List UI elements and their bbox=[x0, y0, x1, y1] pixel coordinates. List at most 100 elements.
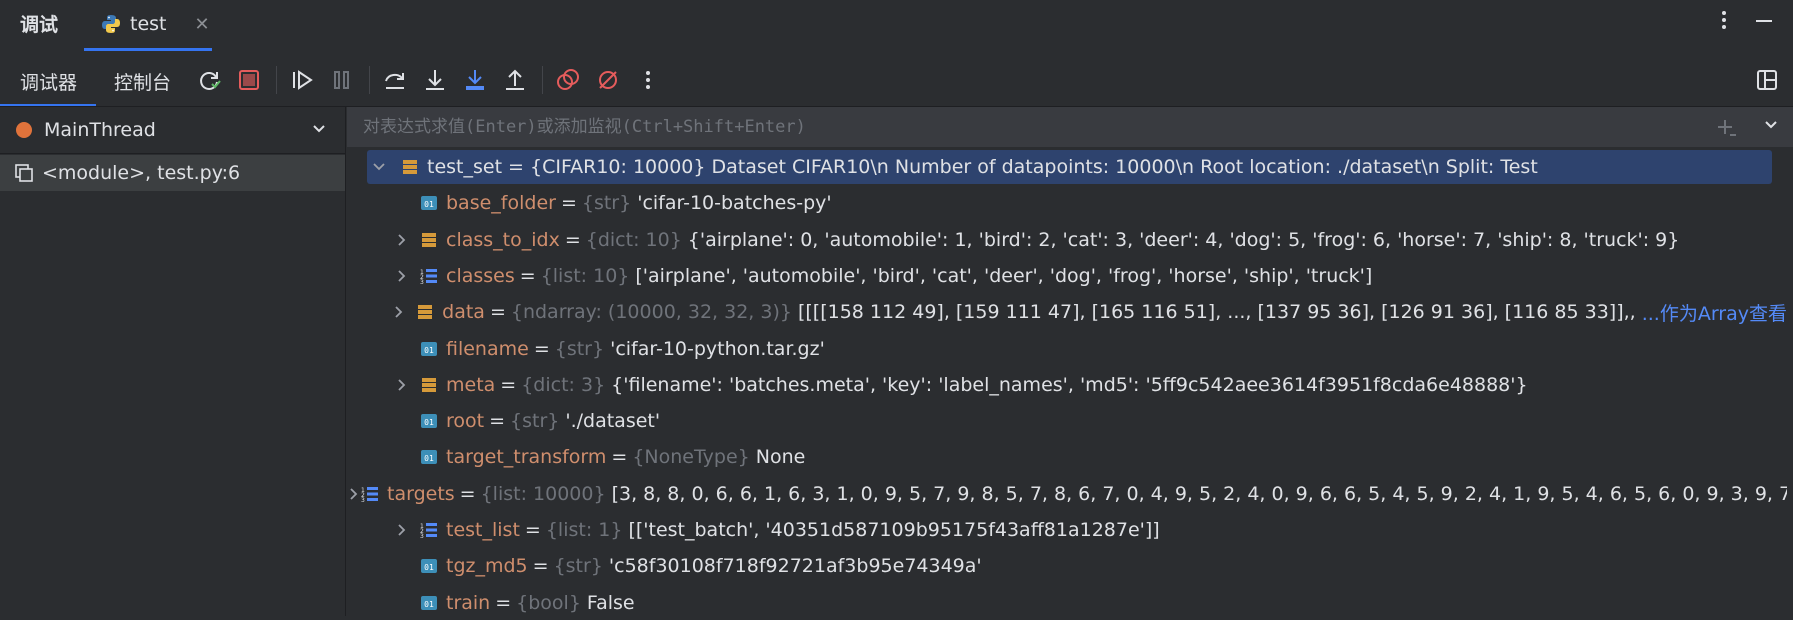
object-type-icon bbox=[420, 231, 438, 249]
svg-text:3: 3 bbox=[420, 533, 424, 539]
variable-value: [3, 8, 8, 0, 6, 6, 1, 6, 3, 1, 0, 9, 5, … bbox=[611, 482, 1787, 505]
debug-toolbar: 调试器 控制台 bbox=[0, 56, 1793, 107]
toolbar-separator bbox=[542, 66, 543, 94]
svg-text:01: 01 bbox=[424, 200, 434, 209]
chevron-down-icon bbox=[313, 125, 325, 133]
variable-name: targets bbox=[387, 482, 455, 505]
more-icon[interactable] bbox=[635, 67, 661, 93]
thread-selector[interactable]: MainThread bbox=[0, 107, 345, 154]
window-actions bbox=[1721, 10, 1773, 30]
step-over-icon[interactable] bbox=[382, 67, 408, 93]
tab-console[interactable]: 控制台 bbox=[114, 68, 171, 95]
variable-row[interactable]: 01 train = {bool} False bbox=[347, 586, 1787, 620]
variable-name: base_folder bbox=[446, 192, 556, 215]
variable-name: tgz_md5 bbox=[446, 555, 528, 578]
variable-row[interactable]: class_to_idx = {dict: 10} {'airplane': 0, '… bbox=[347, 223, 1787, 257]
primitive-type-icon: 01 bbox=[420, 448, 438, 466]
variable-row[interactable]: meta = {dict: 3} {'filename': 'batches.meta… bbox=[347, 368, 1787, 402]
view-link[interactable]: ...作为Array查看 bbox=[1642, 299, 1787, 326]
variable-type: {NoneType} bbox=[632, 446, 750, 469]
variable-value: './dataset' bbox=[565, 410, 661, 433]
variable-value: {'filename': 'batches.meta', 'key': 'lab… bbox=[611, 373, 1528, 396]
toolbar-separator bbox=[369, 66, 370, 94]
variable-row[interactable]: 01 target_transform = {NoneType} None bbox=[347, 440, 1787, 474]
variable-row[interactable]: data = {ndarray: (10000, 32, 32, 3)} [[[[15… bbox=[347, 295, 1787, 329]
primitive-type-icon: 01 bbox=[420, 557, 438, 575]
python-file-icon bbox=[102, 15, 120, 33]
equals-sign: = bbox=[524, 519, 541, 541]
equals-sign: = bbox=[519, 264, 536, 287]
step-into-icon[interactable] bbox=[422, 67, 448, 93]
svg-text:01: 01 bbox=[424, 346, 434, 355]
thread-name: MainThread bbox=[44, 119, 156, 141]
add-watch-icon[interactable] bbox=[1715, 117, 1737, 139]
equals-sign: = bbox=[459, 482, 476, 505]
close-tab-icon[interactable]: ✕ bbox=[195, 14, 210, 35]
evaluate-expression-bar bbox=[347, 107, 1793, 147]
variable-type: {str} bbox=[581, 192, 632, 215]
variable-row[interactable]: 01 root = {str} './dataset' bbox=[347, 404, 1787, 438]
expand-down-icon[interactable] bbox=[371, 159, 387, 175]
rerun-icon[interactable] bbox=[196, 67, 222, 93]
equals-sign: = bbox=[500, 373, 517, 396]
expand-right-icon[interactable] bbox=[394, 522, 410, 538]
variable-name: class_to_idx bbox=[446, 228, 560, 251]
variable-type: {dict: 3} bbox=[521, 373, 606, 396]
chevron-down-icon[interactable] bbox=[1763, 117, 1779, 133]
variable-name: meta bbox=[446, 373, 496, 396]
primitive-type-icon: 01 bbox=[420, 340, 438, 358]
more-options-icon[interactable] bbox=[1721, 10, 1727, 30]
variable-row[interactable]: 1 2 3 classes = {list: 10} ['airplane', 'autom… bbox=[347, 259, 1787, 293]
pause-icon[interactable] bbox=[329, 67, 355, 93]
variable-type: {bool} bbox=[516, 591, 581, 614]
variable-name: classes bbox=[446, 264, 515, 287]
variable-value: 'cifar-10-batches-py' bbox=[637, 192, 832, 215]
variable-row[interactable]: 1 2 3 targets = {list: 10000} [3, 8, 8, 0, 6, … bbox=[347, 477, 1787, 511]
tool-window-header: 调试 test ✕ bbox=[0, 0, 1793, 51]
equals-sign: = bbox=[564, 228, 581, 251]
variable-type: {ndarray: (10000, 32, 32, 3)} bbox=[510, 301, 792, 324]
variable-row-selected[interactable]: test_set = {CIFAR10: 10000} Dataset CIFAR… bbox=[367, 150, 1772, 184]
expand-right-icon[interactable] bbox=[394, 268, 410, 284]
stop-icon[interactable] bbox=[236, 67, 262, 93]
layout-settings-icon[interactable] bbox=[1755, 68, 1779, 92]
mute-breakpoints-icon[interactable] bbox=[595, 67, 621, 93]
variable-value: {'airplane': 0, 'automobile': 1, 'bird':… bbox=[687, 228, 1680, 251]
active-tab-indicator bbox=[84, 48, 212, 51]
variable-type: {str} bbox=[554, 337, 605, 360]
equals-sign: = bbox=[489, 410, 506, 433]
list-type-icon: 123 bbox=[361, 485, 379, 503]
variable-name: test_set bbox=[427, 156, 503, 178]
variable-row[interactable]: 01 filename = {str}'cifar-10-python.tar.gz' bbox=[347, 332, 1787, 366]
minimize-icon[interactable] bbox=[1755, 10, 1773, 30]
frame-label: <module>, test.py:6 bbox=[42, 162, 241, 184]
expand-right-icon[interactable] bbox=[347, 486, 361, 502]
variables-panel: test_set= {CIFAR10: 10000} Dataset CIFAR… bbox=[347, 107, 1793, 616]
evaluate-expression-input[interactable] bbox=[361, 116, 1665, 138]
expand-right-icon[interactable] bbox=[394, 232, 410, 248]
expand-right-icon[interactable] bbox=[392, 304, 407, 320]
variable-row[interactable]: 01 base_folder = {str}'cifar-10-batches-py' bbox=[347, 186, 1787, 220]
stack-frame-item[interactable]: <module>, test.py:6 bbox=[0, 155, 345, 191]
variable-value: None bbox=[755, 446, 806, 469]
step-into-my-code-icon[interactable] bbox=[462, 67, 488, 93]
svg-text:3: 3 bbox=[361, 497, 365, 503]
resume-icon[interactable] bbox=[289, 67, 315, 93]
run-config-tab[interactable]: test ✕ bbox=[100, 9, 210, 39]
variable-name: train bbox=[446, 591, 491, 614]
variable-type: {dict: 10} bbox=[585, 228, 682, 251]
tab-debugger[interactable]: 调试器 bbox=[20, 68, 77, 95]
view-breakpoints-icon[interactable] bbox=[555, 67, 581, 93]
expand-right-icon[interactable] bbox=[394, 377, 410, 393]
variable-row[interactable]: 1 2 3 test_list = {list: 1} [['test_batch', '4… bbox=[347, 513, 1787, 547]
tool-window-title: 调试 bbox=[20, 14, 59, 36]
step-out-icon[interactable] bbox=[502, 67, 528, 93]
equals-sign: = bbox=[489, 301, 506, 324]
variable-row[interactable]: 01 tgz_md5 = {str}'c58f30108f718f92721af3b9… bbox=[347, 549, 1787, 583]
variable-name: root bbox=[446, 410, 485, 433]
variable-value: [[[[158 112 49], [159 111 47], [165 116 … bbox=[797, 301, 1636, 324]
list-type-icon: 123 bbox=[420, 521, 438, 539]
equals-sign: = bbox=[533, 337, 550, 360]
variable-type: {str} bbox=[553, 555, 603, 578]
